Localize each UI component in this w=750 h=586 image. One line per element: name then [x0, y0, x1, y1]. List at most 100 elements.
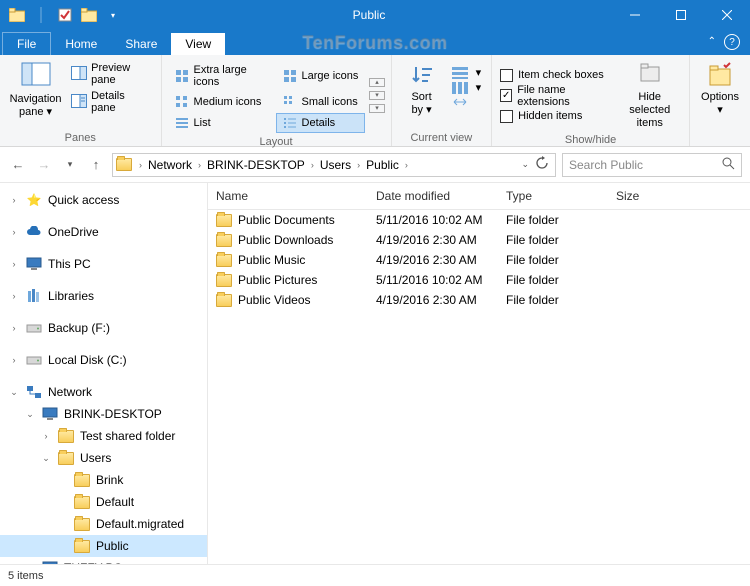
pc-icon [26, 256, 42, 272]
layout-medium[interactable]: Medium icons [168, 92, 272, 112]
file-row[interactable]: Public Downloads4/19/2016 2:30 AMFile fo… [208, 230, 750, 250]
chevron-right-icon[interactable]: › [353, 160, 364, 170]
file-size [608, 290, 750, 310]
search-input[interactable]: Search Public [562, 153, 742, 177]
address-dropdown-icon[interactable]: ⌄ [521, 159, 529, 170]
title-bar: ▾ Public [0, 0, 750, 30]
tab-file[interactable]: File [2, 32, 51, 55]
col-date[interactable]: Date modified [368, 183, 498, 209]
crumb-users[interactable]: Users [318, 158, 353, 172]
col-size[interactable]: Size [608, 183, 750, 209]
address-bar[interactable]: › Network › BRINK-DESKTOP › Users › Publ… [112, 153, 556, 177]
close-button[interactable] [704, 0, 750, 30]
folder-icon [216, 254, 232, 267]
grid-icon [175, 95, 189, 109]
col-type[interactable]: Type [498, 183, 608, 209]
add-columns-button[interactable]: ▾ [450, 80, 484, 95]
tree-onedrive[interactable]: ›OneDrive [0, 221, 207, 243]
chevron-right-icon[interactable]: › [135, 160, 146, 170]
hidden-items[interactable]: Hidden items [498, 109, 614, 124]
layout-scroll[interactable]: ▴▾▾ [369, 78, 384, 113]
layout-list[interactable]: List [168, 113, 272, 133]
layout-small[interactable]: Small icons [276, 92, 366, 112]
refresh-icon[interactable] [535, 156, 549, 173]
search-placeholder: Search Public [569, 158, 643, 172]
chevron-right-icon[interactable]: › [401, 160, 412, 170]
folder-icon [74, 538, 90, 554]
tree-tuffy-pc[interactable]: ›TUFFY-PC [0, 557, 207, 564]
tab-home[interactable]: Home [51, 33, 111, 55]
chevron-right-icon[interactable]: › [307, 160, 318, 170]
layout-details[interactable]: Details [276, 113, 366, 133]
folder-icon [58, 428, 74, 444]
tree-brink-desktop[interactable]: ⌄BRINK-DESKTOP [0, 403, 207, 425]
properties-icon[interactable] [54, 4, 76, 26]
crumb-public[interactable]: Public [364, 158, 401, 172]
details-pane-button[interactable]: Details pane [67, 88, 154, 116]
ribbon-collapse-icon[interactable]: ⌃ [708, 36, 716, 47]
forward-button[interactable]: → [34, 155, 54, 175]
maximize-button[interactable] [658, 0, 704, 30]
layout-group-label: Layout [168, 133, 385, 150]
back-button[interactable]: ← [8, 155, 28, 175]
size-columns-button[interactable] [450, 95, 484, 109]
tree-users[interactable]: ⌄Users [0, 447, 207, 469]
tree-public[interactable]: Public [0, 535, 207, 557]
ribbon-group-show-hide: Item check boxes ✓File name extensions H… [492, 55, 690, 146]
preview-pane-button[interactable]: Preview pane [67, 60, 154, 88]
tree-brink[interactable]: Brink [0, 469, 207, 491]
folder-icon [216, 294, 232, 307]
tree-default[interactable]: Default [0, 491, 207, 513]
grid-icon [283, 69, 297, 83]
recent-dropdown[interactable]: ▾ [60, 155, 80, 175]
layout-extra-large[interactable]: Extra large icons [168, 61, 272, 91]
hide-selected-button[interactable]: Hide selected items [616, 57, 683, 131]
item-check-boxes[interactable]: Item check boxes [498, 68, 614, 83]
search-icon[interactable] [722, 157, 735, 173]
tree-libraries[interactable]: ›Libraries [0, 285, 207, 307]
sort-by-button[interactable]: Sort by ▾ [398, 57, 446, 117]
tree-backup[interactable]: ›Backup (F:) [0, 317, 207, 339]
group-by-button[interactable]: ▾ [450, 65, 484, 80]
file-row[interactable]: Public Pictures5/11/2016 10:02 AMFile fo… [208, 270, 750, 290]
libraries-icon [26, 288, 42, 304]
file-date: 4/19/2016 2:30 AM [368, 250, 498, 270]
chevron-right-icon[interactable]: › [194, 160, 205, 170]
tab-share[interactable]: Share [111, 33, 171, 55]
tab-view[interactable]: View [171, 33, 225, 55]
drive-icon [26, 352, 42, 368]
qat-dropdown-icon[interactable]: ▾ [102, 4, 124, 26]
layout-large[interactable]: Large icons [276, 61, 366, 91]
file-size [608, 210, 750, 230]
tree-local-disk[interactable]: ›Local Disk (C:) [0, 349, 207, 371]
pc-icon [42, 560, 58, 564]
ribbon-group-panes: Navigation pane ▾ Preview pane Details p… [0, 55, 162, 146]
navigation-pane-button[interactable]: Navigation pane ▾ [6, 57, 65, 119]
folder-icon [6, 4, 28, 26]
options-button[interactable]: Options▾ [696, 57, 744, 117]
tree-default-migrated[interactable]: Default.migrated [0, 513, 207, 535]
new-folder-icon[interactable] [78, 4, 100, 26]
tree-this-pc[interactable]: ›This PC [0, 253, 207, 275]
network-icon [26, 384, 42, 400]
help-icon[interactable]: ? [724, 34, 740, 50]
quick-access-toolbar: ▾ [0, 4, 126, 26]
ribbon-group-layout: Extra large icons Large icons Medium ico… [162, 55, 392, 146]
crumb-network[interactable]: Network [146, 158, 194, 172]
tree-network[interactable]: ⌄Network [0, 381, 207, 403]
file-row[interactable]: Public Videos4/19/2016 2:30 AMFile folde… [208, 290, 750, 310]
up-button[interactable]: ↑ [86, 155, 106, 175]
file-name-extensions[interactable]: ✓File name extensions [498, 83, 614, 109]
file-row[interactable]: Public Music4/19/2016 2:30 AMFile folder [208, 250, 750, 270]
col-name[interactable]: Name [208, 183, 368, 209]
file-name: Public Pictures [238, 273, 317, 287]
file-size [608, 270, 750, 290]
tree-quick-access[interactable]: ›⭐Quick access [0, 189, 207, 211]
file-row[interactable]: Public Documents5/11/2016 10:02 AMFile f… [208, 210, 750, 230]
preview-pane-icon [71, 66, 87, 83]
minimize-button[interactable] [612, 0, 658, 30]
crumb-desktop[interactable]: BRINK-DESKTOP [205, 158, 307, 172]
ribbon-group-current-view: Sort by ▾ ▾ ▾ Current view [392, 55, 493, 146]
tree-test-shared[interactable]: ›Test shared folder [0, 425, 207, 447]
details-icon [283, 116, 297, 130]
